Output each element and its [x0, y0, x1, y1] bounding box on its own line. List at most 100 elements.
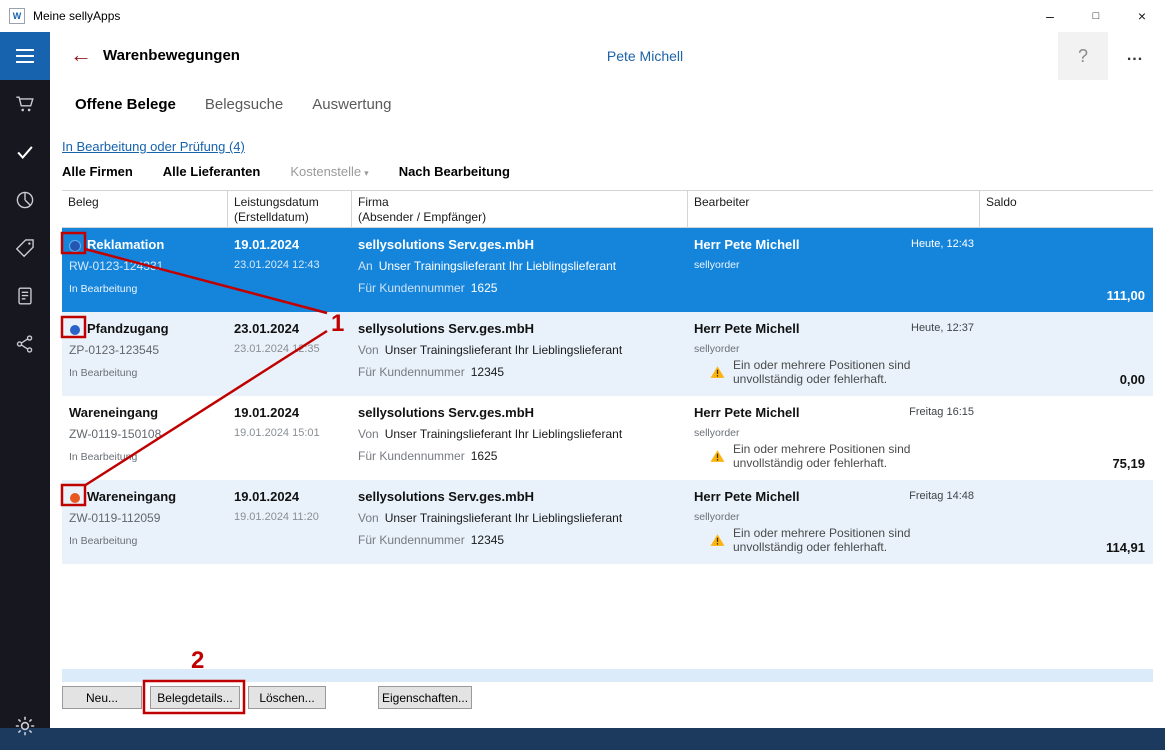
direction-label: Von: [358, 343, 379, 357]
sidebar-item-settings[interactable]: [11, 712, 39, 740]
column-header-saldo[interactable]: Saldo: [980, 191, 1153, 227]
close-icon: ×: [1138, 8, 1146, 24]
editor-app: sellyorder: [694, 343, 740, 355]
close-button[interactable]: ×: [1119, 0, 1165, 32]
loeschen-button[interactable]: Löschen...: [248, 686, 326, 709]
partner-line: VonUnser Trainingslieferant Ihr Liebling…: [358, 427, 622, 441]
saldo-value: 0,00: [1120, 372, 1145, 387]
company-name: sellysolutions Serv.ges.mbH: [358, 237, 534, 252]
status-dot: [70, 325, 80, 335]
maximize-icon: □: [1093, 10, 1100, 22]
partner-line: VonUnser Trainingslieferant Ihr Liebling…: [358, 511, 622, 525]
warning: Ein oder mehrere Positionen sind unvolls…: [710, 526, 948, 554]
cell-beleg: Reklamation RW-0123-124331 In Bearbeitun…: [62, 228, 228, 312]
editor-app: sellyorder: [694, 259, 740, 271]
tab-offene-belege[interactable]: Offene Belege: [75, 96, 176, 113]
tab-belegsuche[interactable]: Belegsuche: [205, 96, 283, 113]
column-header-beleg[interactable]: Beleg: [62, 191, 228, 227]
book-icon: [14, 285, 36, 307]
title-bar: W Meine sellyApps – □ ×: [0, 0, 1165, 32]
horizontal-scrollbar[interactable]: [62, 669, 1153, 682]
filter-sortierung[interactable]: Nach Bearbeitung: [399, 164, 510, 179]
app-window: W Meine sellyApps – □ ×: [0, 0, 1165, 750]
customer-number: 1625: [471, 281, 498, 295]
doc-status: In Bearbeitung: [69, 283, 137, 295]
column-header-leistungsdatum[interactable]: Leistungsdatum (Erstelldatum): [228, 191, 352, 227]
filter-lieferanten[interactable]: Alle Lieferanten: [163, 164, 261, 179]
column-header-label: Leistungsdatum: [234, 195, 351, 210]
customer-line: Für Kundennummer1625: [358, 449, 497, 463]
cell-firma: sellysolutions Serv.ges.mbH AnUnser Trai…: [352, 228, 688, 312]
action-button-row: Neu... Belegdetails... Löschen... Eigens…: [62, 686, 472, 709]
warning-icon: [710, 533, 725, 547]
document-table: Beleg Leistungsdatum (Erstelldatum) Firm…: [62, 190, 1153, 564]
cell-saldo: 114,91: [980, 480, 1153, 564]
doc-number: ZP-0123-123545: [69, 343, 159, 357]
column-header-label: Firma: [358, 195, 687, 210]
network-share-icon: [14, 333, 36, 355]
menu-button[interactable]: [0, 32, 50, 80]
status-dot: [70, 241, 80, 251]
sidebar-item-share[interactable]: [0, 320, 50, 368]
minimize-icon: –: [1046, 8, 1054, 24]
timestamp: Heute, 12:37: [911, 322, 974, 334]
filter-kostenstelle-label: Kostenstelle: [290, 164, 361, 179]
column-header-label: Beleg: [68, 195, 227, 210]
sidebar-item-warenbewegungen[interactable]: [0, 128, 50, 176]
filter-firmen[interactable]: Alle Firmen: [62, 164, 133, 179]
help-button[interactable]: ?: [1058, 32, 1108, 80]
warning: Ein oder mehrere Positionen sind unvolls…: [710, 442, 948, 470]
cell-firma: sellysolutions Serv.ges.mbH VonUnser Tra…: [352, 396, 688, 480]
sidebar-item-journal[interactable]: [0, 272, 50, 320]
customer-number: 12345: [471, 533, 504, 547]
cell-beleg: Wareneingang ZW-0119-150108 In Bearbeitu…: [62, 396, 228, 480]
maximize-button[interactable]: □: [1073, 0, 1119, 32]
timestamp: Freitag 14:48: [909, 490, 974, 502]
saldo-value: 111,00: [1107, 288, 1145, 303]
filter-bar: Alle Firmen Alle Lieferanten Kostenstell…: [62, 164, 540, 179]
minimize-button[interactable]: –: [1027, 0, 1073, 32]
app-icon-letter: W: [13, 11, 22, 21]
table-row[interactable]: Wareneingang ZW-0119-112059 In Bearbeitu…: [62, 480, 1153, 564]
table-row[interactable]: Pfandzugang ZP-0123-123545 In Bearbeitun…: [62, 312, 1153, 396]
sidebar-item-cart[interactable]: [0, 80, 50, 128]
user-name[interactable]: Pete Michell: [445, 48, 845, 64]
service-date: 19.01.2024: [234, 405, 299, 420]
service-date: 23.01.2024: [234, 321, 299, 336]
belegdetails-button[interactable]: Belegdetails...: [150, 686, 240, 709]
filter-kostenstelle[interactable]: Kostenstelle▾: [290, 164, 368, 179]
cell-bearbeiter: Herr Pete Michell sellyorder Heute, 12:4…: [688, 228, 980, 312]
pie-chart-icon: [14, 189, 36, 211]
cell-saldo: 0,00: [980, 312, 1153, 396]
doc-number: RW-0123-124331: [69, 259, 163, 273]
cell-firma: sellysolutions Serv.ges.mbH VonUnser Tra…: [352, 480, 688, 564]
sidebar-item-statistics[interactable]: [0, 176, 50, 224]
column-header-bearbeiter[interactable]: Bearbeiter: [688, 191, 980, 227]
filter-link-in-bearbeitung[interactable]: In Bearbeitung oder Prüfung (4): [62, 139, 245, 154]
column-header-firma[interactable]: Firma (Absender / Empfänger): [352, 191, 688, 227]
sidebar-item-tags[interactable]: [0, 224, 50, 272]
app-header: ← Warenbewegungen Pete Michell ? ...: [50, 32, 1165, 80]
cell-bearbeiter: Herr Pete Michell sellyorder Freitag 16:…: [688, 396, 980, 480]
cell-firma: sellysolutions Serv.ges.mbH VonUnser Tra…: [352, 312, 688, 396]
cell-bearbeiter: Herr Pete Michell sellyorder Heute, 12:3…: [688, 312, 980, 396]
checkmark-icon: [14, 141, 36, 163]
more-button[interactable]: ...: [1113, 32, 1157, 80]
company-name: sellysolutions Serv.ges.mbH: [358, 405, 534, 420]
neu-button[interactable]: Neu...: [62, 686, 142, 709]
customer-label: Für Kundennummer: [358, 281, 465, 295]
partner-line: AnUnser Trainingslieferant Ihr Lieblings…: [358, 259, 616, 273]
service-date: 19.01.2024: [234, 237, 299, 252]
saldo-value: 75,19: [1112, 456, 1145, 471]
table-row[interactable]: Wareneingang ZW-0119-150108 In Bearbeitu…: [62, 396, 1153, 480]
warning-text: Ein oder mehrere Positionen sind unvolls…: [733, 526, 948, 554]
partner-name: Unser Trainingslieferant Ihr Lieblingsli…: [379, 259, 616, 273]
cell-saldo: 111,00: [980, 228, 1153, 312]
eigenschaften-button[interactable]: Eigenschaften...: [378, 686, 472, 709]
warning-text: Ein oder mehrere Positionen sind unvolls…: [733, 442, 948, 470]
cell-leistungsdatum: 19.01.2024 19.01.2024 15:01: [228, 396, 352, 480]
back-button[interactable]: ←: [70, 41, 92, 69]
table-row[interactable]: Reklamation RW-0123-124331 In Bearbeitun…: [62, 228, 1153, 312]
tab-auswertung[interactable]: Auswertung: [312, 96, 391, 113]
partner-name: Unser Trainingslieferant Ihr Lieblingsli…: [385, 427, 622, 441]
